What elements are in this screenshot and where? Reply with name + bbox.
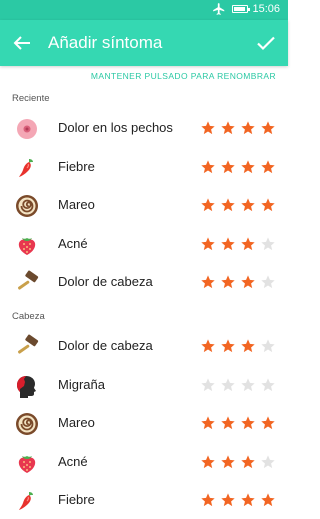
- severity-rating[interactable]: [200, 120, 276, 136]
- list-item[interactable]: Fiebre: [0, 481, 288, 519]
- strawberry-icon: [18, 237, 36, 255]
- star-filled-icon[interactable]: [200, 415, 216, 431]
- page-title: Añadir síntoma: [48, 33, 163, 52]
- star-filled-icon[interactable]: [260, 197, 276, 213]
- star-filled-icon[interactable]: [240, 120, 256, 136]
- star-empty-icon[interactable]: [260, 454, 276, 470]
- severity-rating[interactable]: [200, 415, 276, 431]
- star-filled-icon[interactable]: [240, 236, 256, 252]
- star-filled-icon[interactable]: [240, 159, 256, 175]
- star-filled-icon[interactable]: [240, 492, 256, 508]
- star-filled-icon[interactable]: [220, 274, 236, 290]
- star-empty-icon[interactable]: [260, 377, 276, 393]
- star-filled-icon[interactable]: [220, 197, 236, 213]
- star-filled-icon[interactable]: [240, 274, 256, 290]
- star-filled-icon[interactable]: [200, 159, 216, 175]
- star-empty-icon[interactable]: [260, 338, 276, 354]
- star-empty-icon[interactable]: [260, 236, 276, 252]
- check-icon[interactable]: [254, 31, 278, 55]
- symptom-label: Dolor en los pechos: [58, 120, 173, 135]
- section-header: Cabeza: [12, 311, 45, 322]
- symptom-label: Dolor de cabeza: [58, 274, 153, 289]
- severity-rating[interactable]: [200, 159, 276, 175]
- star-filled-icon[interactable]: [200, 492, 216, 508]
- star-filled-icon[interactable]: [240, 197, 256, 213]
- symptom-label: Acné: [58, 453, 88, 469]
- list-item[interactable]: Fiebre: [0, 148, 288, 186]
- battery-icon: [232, 5, 250, 13]
- star-filled-icon[interactable]: [240, 415, 256, 431]
- symptom-label: Mareo: [58, 415, 95, 430]
- star-filled-icon[interactable]: [220, 159, 236, 175]
- section-header: Reciente: [12, 93, 50, 104]
- list-item[interactable]: Dolor en los pechos: [0, 109, 288, 147]
- arrow-back-icon[interactable]: [10, 31, 34, 55]
- star-filled-icon[interactable]: [200, 236, 216, 252]
- star-filled-icon[interactable]: [200, 120, 216, 136]
- star-empty-icon[interactable]: [220, 377, 236, 393]
- star-filled-icon[interactable]: [220, 338, 236, 354]
- list-item[interactable]: Acné: [0, 443, 288, 481]
- symptom-label: Dolor de cabeza: [58, 338, 153, 353]
- severity-rating[interactable]: [200, 338, 276, 354]
- list-item[interactable]: Acné: [0, 225, 288, 263]
- star-empty-icon[interactable]: [200, 377, 216, 393]
- star-filled-icon[interactable]: [260, 492, 276, 508]
- symptom-label: Mareo: [58, 197, 95, 212]
- symptom-label: Fiebre: [58, 492, 95, 507]
- star-filled-icon[interactable]: [240, 338, 256, 354]
- star-filled-icon[interactable]: [240, 454, 256, 470]
- list-item[interactable]: Dolor de cabeza: [0, 327, 288, 365]
- app-bar: Añadir síntoma: [0, 20, 288, 66]
- status-time: 15:06: [252, 3, 280, 15]
- hammer-icon: [17, 270, 39, 290]
- severity-rating[interactable]: [200, 236, 276, 252]
- star-filled-icon[interactable]: [220, 415, 236, 431]
- list-item[interactable]: Mareo: [0, 186, 288, 224]
- star-filled-icon[interactable]: [220, 492, 236, 508]
- strawberry-icon: [18, 455, 36, 473]
- rename-hint: MANTENER PULSADO PARA RENOMBRAR: [90, 71, 276, 81]
- list-item[interactable]: Migraña: [0, 366, 288, 404]
- star-filled-icon[interactable]: [220, 454, 236, 470]
- star-filled-icon[interactable]: [260, 159, 276, 175]
- severity-rating[interactable]: [200, 492, 276, 508]
- star-filled-icon[interactable]: [200, 338, 216, 354]
- star-filled-icon[interactable]: [260, 415, 276, 431]
- status-bar: 15:06: [0, 0, 288, 20]
- severity-rating[interactable]: [200, 197, 276, 213]
- severity-rating[interactable]: [200, 274, 276, 290]
- spiral-roll-icon: [16, 413, 38, 435]
- spiral-roll-icon: [16, 195, 38, 217]
- chili-pepper-icon: [19, 492, 33, 510]
- symptom-label: Migraña: [58, 376, 105, 392]
- star-filled-icon[interactable]: [220, 120, 236, 136]
- star-empty-icon[interactable]: [240, 377, 256, 393]
- star-filled-icon[interactable]: [200, 454, 216, 470]
- severity-rating[interactable]: [200, 377, 276, 393]
- star-filled-icon[interactable]: [260, 120, 276, 136]
- head-profile-icon: [17, 375, 36, 398]
- list-item[interactable]: Dolor de cabeza: [0, 263, 288, 301]
- star-filled-icon[interactable]: [220, 236, 236, 252]
- star-empty-icon[interactable]: [260, 274, 276, 290]
- list-item[interactable]: Mareo: [0, 404, 288, 442]
- breast-icon: [17, 119, 37, 139]
- star-filled-icon[interactable]: [200, 197, 216, 213]
- symptom-label: Fiebre: [58, 158, 95, 174]
- chili-pepper-icon: [19, 158, 33, 177]
- symptom-label: Acné: [58, 235, 88, 251]
- star-filled-icon[interactable]: [200, 274, 216, 290]
- hammer-icon: [17, 334, 39, 354]
- airplane-icon: [213, 3, 225, 15]
- severity-rating[interactable]: [200, 454, 276, 470]
